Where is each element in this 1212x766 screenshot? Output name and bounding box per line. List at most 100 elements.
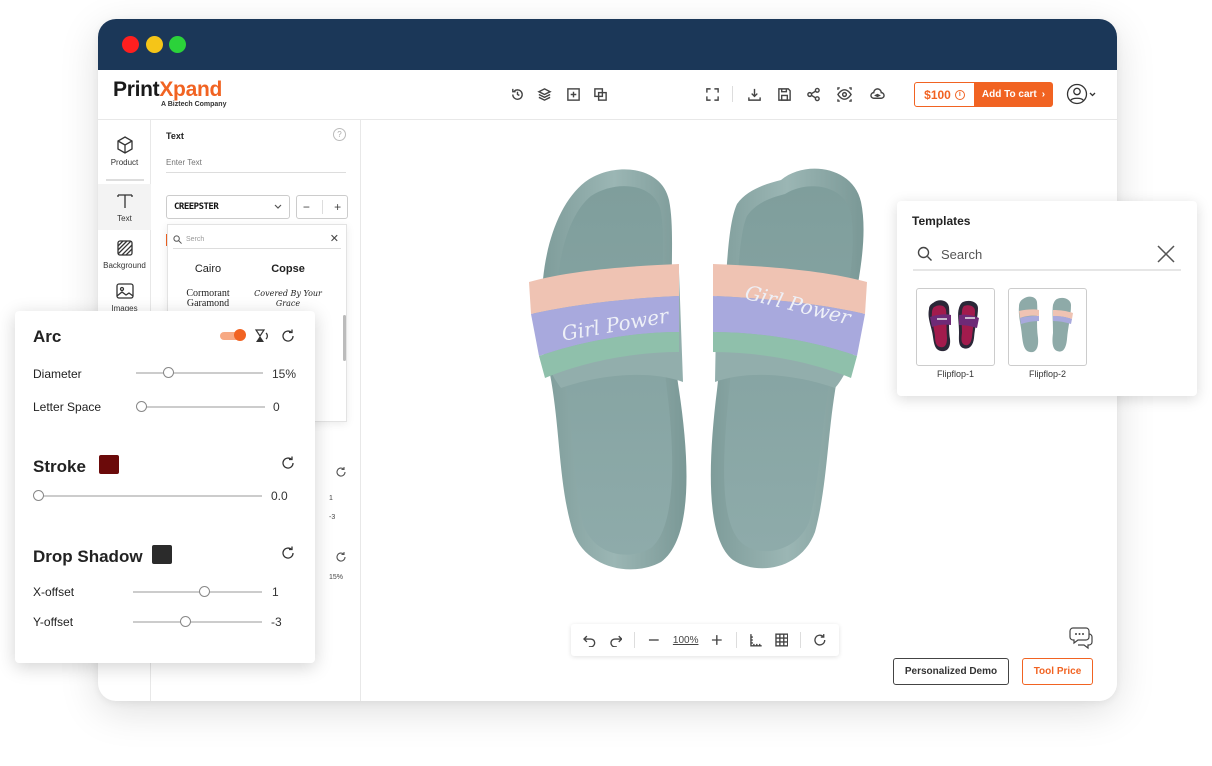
template-card-flipflop-2[interactable] bbox=[1008, 288, 1087, 366]
font-option-covered-by-your-grace[interactable]: Covered By Your Grace bbox=[248, 289, 328, 309]
price-display-button[interactable]: $100 i bbox=[914, 82, 975, 107]
zoom-divider bbox=[800, 632, 802, 648]
font-option-cairo[interactable]: Cairo bbox=[168, 264, 248, 275]
cloud-3d-icon[interactable] bbox=[868, 85, 886, 103]
diameter-slider-thumb[interactable] bbox=[162, 367, 174, 378]
tool-price-button[interactable]: Tool Price bbox=[1022, 658, 1093, 685]
refresh-icon[interactable] bbox=[813, 633, 827, 647]
close-window-dot[interactable] bbox=[122, 36, 139, 53]
reset-icon[interactable] bbox=[335, 551, 347, 563]
drop-shadow-heading: Drop Shadow bbox=[33, 547, 143, 566]
stroke-slider-track[interactable] bbox=[38, 495, 262, 497]
info-icon: i bbox=[954, 89, 965, 100]
ruler-icon[interactable] bbox=[749, 633, 763, 647]
right-slipper[interactable]: Girl Power bbox=[710, 168, 867, 569]
help-icon[interactable]: ? bbox=[333, 128, 346, 141]
font-family-select[interactable]: CREEPSTER bbox=[166, 195, 290, 219]
font-search-field[interactable]: Serch ✕ bbox=[173, 231, 341, 249]
y-offset-slider-thumb[interactable] bbox=[179, 616, 191, 627]
diameter-value: 15% bbox=[272, 367, 297, 381]
logo-text-main: Print bbox=[113, 78, 160, 101]
search-icon bbox=[173, 235, 182, 244]
user-account-icon[interactable] bbox=[1066, 82, 1096, 106]
increase-button[interactable]: + bbox=[334, 200, 341, 214]
x-offset-value: 1 bbox=[272, 585, 279, 599]
reset-shadow-icon[interactable] bbox=[280, 545, 296, 561]
font-option-cormorant[interactable]: Cormorant Garamond bbox=[168, 289, 248, 309]
top-toolbar: PrintXpand A Biztech Company $100 i Add T… bbox=[98, 70, 1117, 120]
zoom-toolbar: 100% bbox=[571, 624, 839, 656]
stroke-color-swatch[interactable] bbox=[99, 455, 119, 474]
reset-stroke-icon[interactable] bbox=[280, 455, 296, 471]
stroke-heading: Stroke bbox=[33, 457, 86, 476]
letter-space-label: Letter Space bbox=[33, 400, 102, 414]
download-icon[interactable] bbox=[745, 85, 763, 103]
font-size-stepper[interactable]: − + bbox=[296, 195, 348, 219]
save-icon[interactable] bbox=[775, 85, 793, 103]
share-icon[interactable] bbox=[804, 85, 822, 103]
redo-icon[interactable] bbox=[609, 633, 623, 647]
letter-space-slider-track[interactable] bbox=[141, 406, 265, 408]
duplicate-icon[interactable] bbox=[591, 85, 609, 103]
add-layer-icon[interactable] bbox=[564, 85, 582, 103]
add-to-cart-label: Add To cart bbox=[981, 89, 1037, 100]
image-icon bbox=[115, 283, 134, 299]
history-icon[interactable] bbox=[508, 85, 526, 103]
templates-title: Templates bbox=[912, 214, 971, 228]
dropdown-scrollbar[interactable] bbox=[343, 315, 346, 361]
fullscreen-icon[interactable] bbox=[703, 85, 721, 103]
flip-arc-icon[interactable] bbox=[254, 328, 270, 344]
undo-icon[interactable] bbox=[583, 633, 597, 647]
template-card-flipflop-1[interactable] bbox=[916, 288, 995, 366]
arc-heading: Arc bbox=[33, 327, 62, 346]
add-to-cart-button[interactable]: Add To cart › bbox=[974, 82, 1053, 107]
stroke-value: 0.0 bbox=[271, 489, 288, 503]
decrease-button[interactable]: − bbox=[303, 200, 310, 214]
x-offset-slider-thumb[interactable] bbox=[198, 586, 210, 597]
chevron-down-icon bbox=[274, 204, 282, 209]
background-icon bbox=[116, 240, 133, 256]
zoom-level[interactable]: 100% bbox=[673, 635, 699, 646]
preview-eye-icon[interactable] bbox=[835, 85, 853, 103]
close-icon[interactable]: ✕ bbox=[330, 232, 339, 245]
y-offset-slider-track[interactable] bbox=[133, 621, 262, 623]
left-slipper[interactable]: Girl Power bbox=[529, 169, 687, 570]
arc-toggle[interactable] bbox=[220, 329, 246, 341]
sidebar-item-product[interactable]: Product bbox=[98, 128, 151, 174]
maximize-window-dot[interactable] bbox=[169, 36, 186, 53]
font-search-placeholder: Serch bbox=[186, 236, 205, 243]
chat-support-icon[interactable] bbox=[1068, 624, 1094, 650]
text-effects-panel: Arc Diameter 15% Letter Space 0 Stroke 0… bbox=[15, 311, 315, 663]
letter-space-value: 0 bbox=[273, 400, 280, 414]
selected-font-name: CREEPSTER bbox=[174, 202, 219, 212]
reset-icon[interactable] bbox=[335, 466, 347, 478]
layers-icon[interactable] bbox=[535, 85, 553, 103]
chevron-right-icon: › bbox=[1041, 89, 1046, 100]
stepper-divider bbox=[321, 200, 323, 214]
template-label: Flipflop-2 bbox=[1028, 369, 1066, 379]
zoom-in-icon[interactable] bbox=[710, 633, 724, 647]
x-offset-label: X-offset bbox=[33, 585, 75, 599]
personalized-demo-button[interactable]: Personalized Demo bbox=[893, 658, 1009, 685]
hidden-x-offset-value: 1 bbox=[329, 495, 333, 502]
letter-space-slider-thumb[interactable] bbox=[136, 401, 147, 412]
diameter-slider-track[interactable] bbox=[136, 372, 263, 374]
enter-text-input[interactable] bbox=[166, 153, 346, 173]
cube-icon bbox=[116, 136, 133, 154]
zoom-out-icon[interactable] bbox=[647, 633, 661, 647]
minimize-window-dot[interactable] bbox=[146, 36, 163, 53]
templates-search-field[interactable]: Search bbox=[913, 239, 1181, 271]
x-offset-slider-track[interactable] bbox=[133, 591, 262, 593]
search-icon bbox=[917, 246, 932, 261]
font-option-copse[interactable]: Copse bbox=[248, 264, 328, 275]
sidebar-item-text[interactable]: Text bbox=[98, 184, 151, 230]
stroke-slider-thumb[interactable] bbox=[33, 490, 44, 501]
reset-arc-icon[interactable] bbox=[280, 328, 296, 344]
close-icon[interactable] bbox=[1155, 243, 1177, 265]
shadow-color-swatch[interactable] bbox=[152, 545, 172, 564]
brand-logo[interactable]: PrintXpand A Biztech Company bbox=[113, 78, 226, 108]
grid-icon[interactable] bbox=[775, 633, 789, 647]
sidebar-item-label: Background bbox=[103, 261, 146, 270]
sidebar-item-background[interactable]: Background bbox=[98, 231, 151, 277]
templates-search-placeholder: Search bbox=[941, 246, 983, 262]
